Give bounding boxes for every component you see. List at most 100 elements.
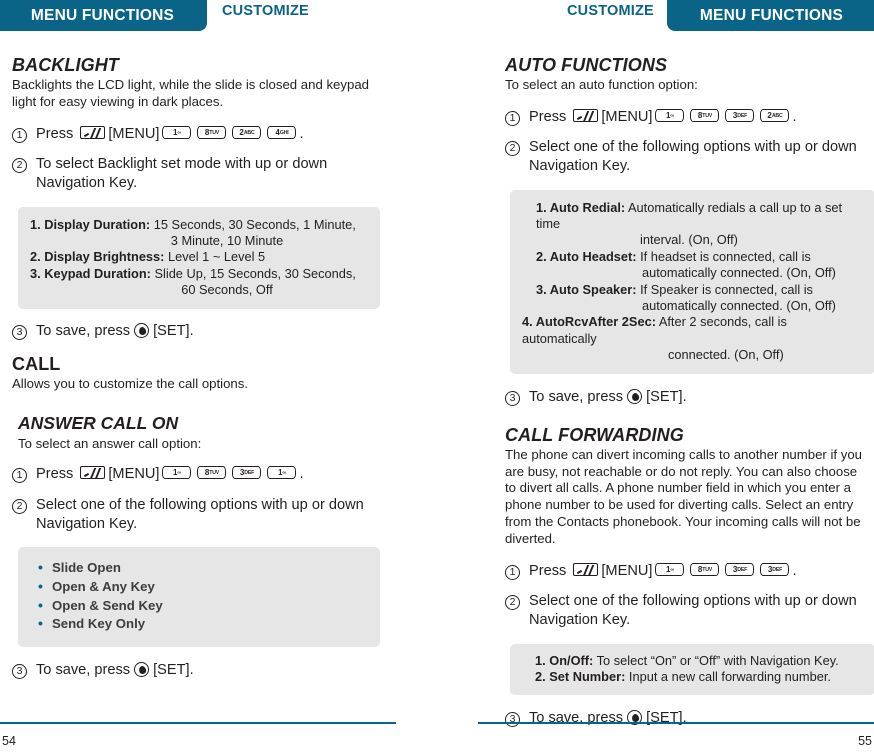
option-number: 3. — [536, 281, 547, 297]
option-value-cont: interval. (On, Off) — [640, 232, 738, 248]
menu-key-icon — [80, 125, 106, 139]
manual-page: MENU FUNCTIONS CUSTOMIZE CUSTOMIZE MENU … — [0, 0, 874, 754]
set-key-icon — [134, 323, 150, 339]
options-box-auto-functions: 1. Auto Redial: Automatically redials a … — [510, 189, 874, 375]
option-name: Set Number: — [549, 669, 626, 685]
option-row: 2. Set Number: Input a new call forwardi… — [535, 669, 863, 685]
step-callfwd-2: 2 Select one of the following options wi… — [505, 592, 874, 631]
step-content: Press [MENU] 1∞ 8TUV 2ABC 4GHI. — [36, 125, 390, 144]
step-number: 3 — [505, 712, 520, 728]
step-prefix: Press — [529, 562, 567, 579]
numeric-key-icon: 8TUV — [197, 125, 227, 139]
step-answercall-2: 2 Select one of the following options wi… — [12, 496, 390, 535]
step-number: 3 — [12, 325, 27, 341]
numeric-key-icon: 8TUV — [197, 466, 227, 480]
step-callfwd-1: 1 Press [MENU] 1∞ 8TUV 3DEF 3DEF. — [505, 562, 874, 581]
section-desc-backlight: Backlights the LCD light, while the slid… — [12, 77, 369, 109]
option-value-cont: 60 Seconds, Off — [181, 282, 273, 298]
step-suffix: . — [299, 466, 304, 483]
step-number: 1 — [12, 127, 27, 143]
option-name: Keypad Duration: — [44, 265, 151, 281]
option-number: 4. — [522, 314, 533, 330]
option-row-cont: connected. (On, Off) — [522, 347, 863, 363]
step-suffix: [SET]. — [646, 710, 687, 727]
option-value: To select “On” or “Off” with Navigation … — [596, 652, 839, 668]
step-content: To save, press [SET]. — [529, 709, 874, 728]
page-number-left: 54 — [2, 734, 16, 748]
option-value: If Speaker is connected, call is — [640, 281, 813, 297]
set-key-icon — [134, 662, 150, 678]
footer-rule-left — [0, 722, 396, 724]
menu-key-icon — [573, 108, 599, 122]
numeric-key-icon: 1∞ — [162, 466, 192, 480]
option-value: 15 Seconds, 30 Seconds, 1 Minute, — [153, 216, 356, 232]
option-value-cont: connected. (On, Off) — [668, 347, 784, 363]
option-row-cont: interval. (On, Off) — [522, 232, 863, 248]
option-name: On/Off: — [549, 652, 594, 668]
menu-label: [MENU] — [108, 466, 160, 483]
numeric-key-icon: 2ABC — [232, 125, 262, 139]
step-number: 2 — [505, 595, 520, 611]
left-column: BACKLIGHT Backlights the LCD light, whil… — [12, 55, 390, 680]
option-number: 2. — [536, 248, 547, 264]
numeric-key-icon: 8TUV — [690, 108, 720, 122]
menu-key-icon — [80, 466, 106, 480]
menu-label: [MENU] — [601, 108, 653, 125]
options-box-backlight: 1. Display Duration: 15 Seconds, 30 Seco… — [18, 206, 380, 310]
numeric-key-icon: 1∞ — [655, 562, 685, 576]
menu-label: [MENU] — [108, 125, 160, 142]
step-number: 1 — [505, 110, 520, 126]
option-row: 2. Display Brightness: Level 1 ~ Level 5 — [30, 249, 368, 265]
option-number: 2. — [535, 669, 546, 685]
step-number: 2 — [12, 158, 27, 174]
option-number: 3. — [30, 265, 41, 281]
step-content: To save, press [SET]. — [36, 322, 390, 341]
step-content: Press [MENU] 1∞ 8TUV 3DEF 3DEF. — [529, 562, 874, 581]
option-value-cont: automatically connected. (On, Off) — [642, 265, 836, 281]
step-prefix: To save, press — [529, 389, 624, 406]
step-content: To save, press [SET]. — [36, 661, 390, 680]
right-column: AUTO FUNCTIONS To select an auto functio… — [505, 55, 874, 729]
step-suffix: [SET]. — [153, 323, 194, 340]
step-prefix: Press — [36, 125, 74, 142]
numeric-key-icon: 8TUV — [690, 562, 720, 576]
step-content: Select one of the following options with… — [529, 593, 857, 629]
option-value: Input a new call forwarding number. — [628, 669, 831, 685]
step-callfwd-3: 3 To save, press [SET]. — [505, 709, 874, 728]
menu-key-icon — [573, 562, 599, 576]
step-content: To save, press [SET]. — [529, 388, 874, 407]
section-title-answer-call-on: ANSWER CALL ON — [18, 412, 179, 433]
options-box-answer-call: Slide Open Open & Any Key Open & Send Ke… — [18, 547, 380, 648]
step-content: To select Backlight set mode with up or … — [36, 156, 328, 192]
option-row-cont: 3 Minute, 10 Minute — [30, 233, 368, 249]
option-name: Display Duration: — [44, 216, 151, 232]
option-value-cont: 3 Minute, 10 Minute — [170, 232, 284, 248]
option-name: Auto Speaker: — [549, 281, 637, 297]
numeric-key-icon: 3DEF — [232, 466, 262, 480]
step-number: 2 — [505, 141, 520, 157]
option-number: 1. — [30, 216, 41, 232]
step-number: 1 — [505, 564, 520, 580]
option-row: 1. Display Duration: 15 Seconds, 30 Seco… — [30, 217, 368, 233]
option-name: Auto Redial: — [549, 199, 626, 215]
option-value: If headset is connected, call is — [640, 248, 811, 264]
step-prefix: Press — [529, 108, 567, 125]
step-autofunc-1: 1 Press [MENU] 1∞ 8TUV 3DEF 2ABC. — [505, 108, 874, 127]
list-item: Open & Send Key — [36, 596, 368, 616]
section-title-call-forwarding: CALL FORWARDING — [505, 424, 684, 445]
section-desc-call: Allows you to customize the call options… — [12, 375, 249, 391]
numeric-key-icon: 1∞ — [655, 108, 685, 122]
step-number: 3 — [505, 391, 520, 407]
step-number: 3 — [12, 664, 27, 680]
step-suffix: . — [792, 108, 797, 125]
option-value: Slide Up, 15 Seconds, 30 Seconds, — [154, 265, 356, 281]
step-suffix: . — [299, 125, 304, 142]
step-prefix: To save, press — [36, 323, 131, 340]
step-answercall-1: 1 Press [MENU] 1∞ 8TUV 3DEF 1∞. — [12, 465, 390, 484]
step-prefix: To save, press — [36, 662, 131, 679]
step-content: Press [MENU] 1∞ 8TUV 3DEF 1∞. — [36, 465, 390, 484]
option-row: 1. On/Off: To select “On” or “Off” with … — [535, 653, 863, 669]
numeric-key-icon: 3DEF — [760, 562, 790, 576]
option-name: AutoRcvAfter 2Sec: — [535, 314, 656, 330]
section-desc-auto-functions: To select an auto function option: — [505, 77, 698, 92]
